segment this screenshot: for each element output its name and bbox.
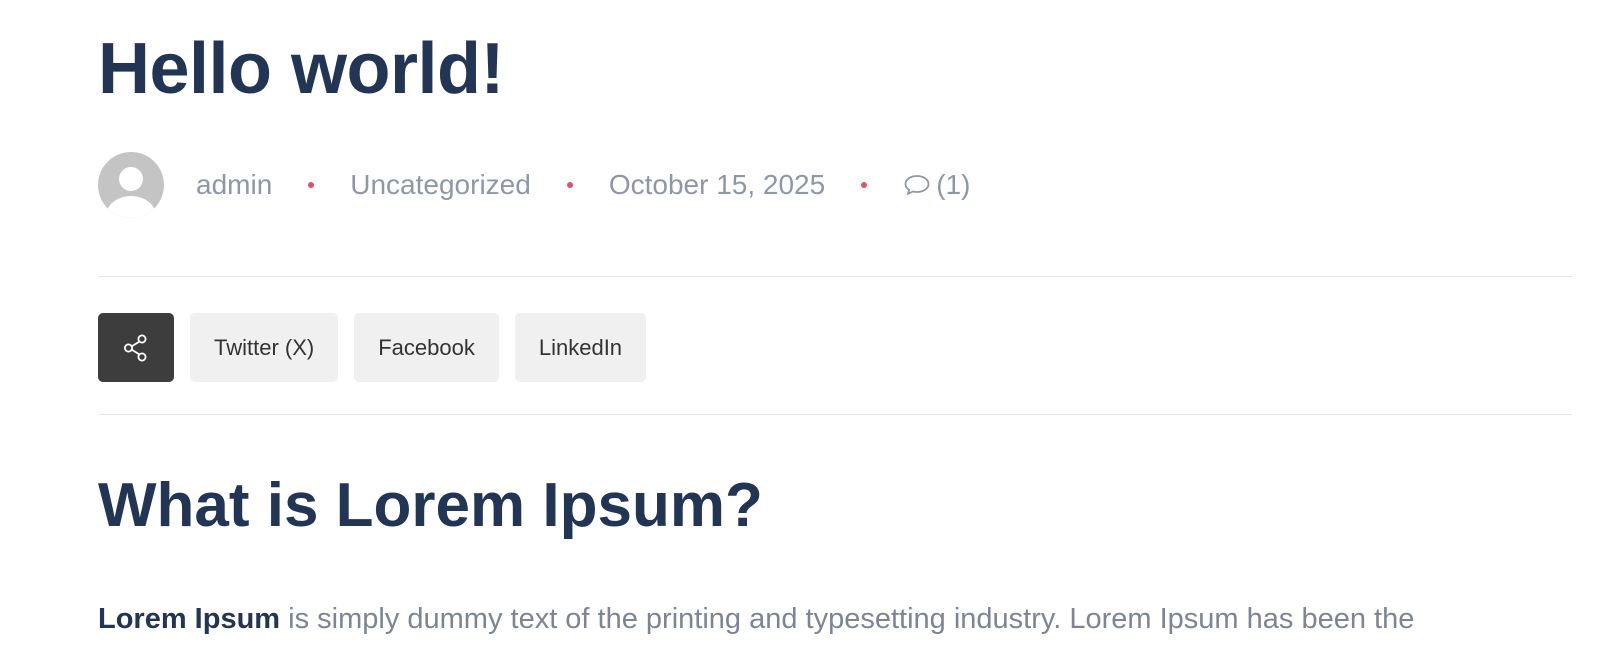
author-avatar[interactable] [98,152,164,218]
paragraph-bold-term: Lorem Ipsum [98,603,281,635]
share-facebook-button[interactable]: Facebook [354,313,499,382]
comments-link[interactable]: (1) [903,169,970,201]
content-heading: What is Lorem Ipsum? [98,471,763,540]
author-link[interactable]: admin [196,169,272,201]
share-toggle-button[interactable] [98,313,174,382]
post-title: Hello world! [98,29,505,109]
top-divider [98,276,1572,277]
meta-separator-dot [861,182,868,188]
share-bar: Twitter (X) Facebook LinkedIn [98,313,662,382]
blog-post-page: Hello world! admin Uncategorized October… [0,0,1618,656]
meta-separator-dot [566,182,573,188]
category-link[interactable]: Uncategorized [350,169,531,201]
paragraph-text: is simply dummy text of the printing and… [280,603,1415,635]
meta-separator-dot [308,182,315,188]
bottom-divider [98,414,1572,415]
post-meta: admin Uncategorized October 15, 2025 (1) [98,152,970,218]
content-paragraph: Lorem Ipsum is simply dummy text of the … [98,598,1414,640]
post-date[interactable]: October 15, 2025 [609,169,825,201]
share-linkedin-button[interactable]: LinkedIn [514,313,647,382]
share-twitter-button[interactable]: Twitter (X) [190,313,339,382]
comment-bubble-icon [904,175,930,195]
avatar-shoulders-shape [106,196,156,218]
share-icon [124,334,147,361]
avatar-head-shape [119,167,143,191]
comment-count: (1) [936,169,971,200]
